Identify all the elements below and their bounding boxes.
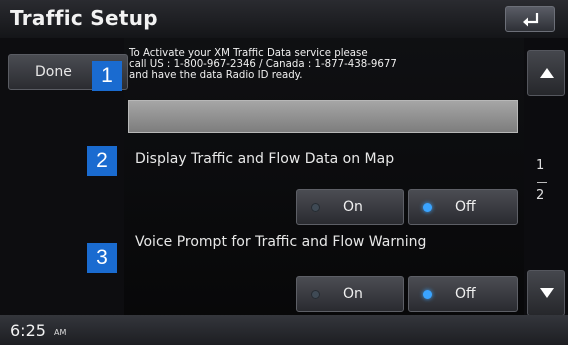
voice-prompt-label: Voice Prompt for Traffic and Flow Warnin… — [135, 234, 427, 250]
on-label: On — [343, 199, 363, 215]
radio-dot-icon — [311, 203, 320, 212]
done-label: Done — [35, 64, 72, 80]
display-traffic-off-button[interactable]: Off — [408, 189, 518, 225]
radio-dot-icon — [311, 290, 320, 299]
clock-ampm: AM — [54, 328, 67, 337]
callout-3: 3 — [87, 243, 117, 273]
triangle-up-icon — [540, 68, 554, 78]
radio-dot-selected-icon — [423, 290, 432, 299]
page-title: Traffic Setup — [10, 6, 158, 30]
voice-prompt-on-button[interactable]: On — [296, 276, 404, 312]
page-current: 1 — [536, 158, 545, 173]
clock-time: 6:25 — [10, 321, 46, 340]
radio-id-field — [128, 100, 518, 133]
activation-info: To Activate your XM Traffic Data service… — [129, 48, 509, 81]
traffic-setup-screen: Traffic Setup Done 1 To Activate your XM… — [0, 0, 568, 345]
display-traffic-label: Display Traffic and Flow Data on Map — [135, 151, 395, 167]
page-total: 2 — [536, 188, 545, 203]
off-label: Off — [455, 199, 476, 215]
scroll-up-button[interactable] — [527, 50, 565, 96]
radio-dot-selected-icon — [423, 203, 432, 212]
title-bar: Traffic Setup — [0, 0, 568, 38]
status-bar: 6:25 AM — [0, 315, 568, 345]
off-label: Off — [455, 286, 476, 302]
info-line: and have the data Radio ID ready. — [129, 70, 303, 81]
callout-2: 2 — [87, 146, 117, 176]
return-arrow-icon — [523, 13, 539, 27]
display-traffic-on-button[interactable]: On — [296, 189, 404, 225]
callout-1: 1 — [92, 61, 122, 91]
voice-prompt-off-button[interactable]: Off — [408, 276, 518, 312]
on-label: On — [343, 286, 363, 302]
info-line: call US : 1-800-967-2346 / Canada : 1-87… — [129, 59, 397, 70]
info-line: To Activate your XM Traffic Data service… — [129, 48, 368, 59]
back-button[interactable] — [505, 6, 555, 32]
page-divider — [537, 182, 547, 183]
triangle-down-icon — [540, 288, 554, 298]
scroll-down-button[interactable] — [527, 270, 565, 316]
